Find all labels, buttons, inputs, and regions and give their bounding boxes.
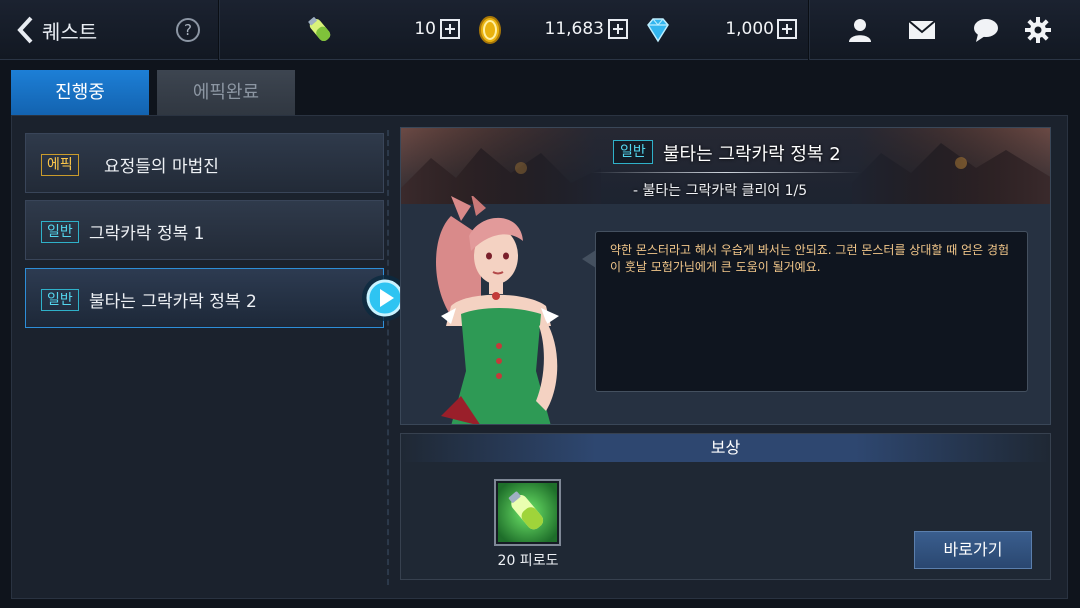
gold-value: 11,683	[544, 19, 604, 39]
detail-title: 불타는 그락카락 정복 2	[663, 144, 841, 165]
diamond-icon	[647, 18, 669, 43]
divider	[218, 0, 220, 60]
quest-type-badge: 일반	[41, 289, 79, 311]
quest-objective: - 불타는 그락카락 클리어 1/5	[633, 183, 808, 199]
quest-name: 불타는 그락카락 정복 2	[89, 292, 257, 312]
back-arrow-icon[interactable]	[14, 14, 38, 46]
detail-type-badge: 일반	[613, 140, 653, 164]
add-gold-button[interactable]	[608, 19, 628, 39]
gold-coin-icon	[479, 16, 501, 44]
reward-item-slot[interactable]	[494, 479, 561, 546]
add-fatigue-button[interactable]	[440, 19, 460, 39]
dialog-tail	[582, 250, 596, 268]
reward-header: 보상	[401, 434, 1050, 462]
add-diamond-button[interactable]	[777, 19, 797, 39]
npc-dialog-box: 약한 몬스터라고 해서 우습게 봐서는 안되죠. 그런 몬스터를 상대할 때 얻…	[595, 231, 1028, 392]
reward-item-label: 20 피로도	[497, 553, 559, 569]
quest-name: 요정들의 마법진	[104, 157, 219, 177]
divider	[808, 0, 810, 60]
tab-in-progress[interactable]: 진행중	[11, 70, 149, 115]
help-icon[interactable]: ?	[176, 18, 200, 42]
quest-detail: 일반 불타는 그락카락 정복 2 - 불타는 그락카락 클리어 1/5 약한 몬…	[400, 127, 1051, 425]
settings-gear-icon[interactable]	[1024, 16, 1052, 44]
panel-divider	[387, 130, 389, 585]
quest-type-badge: 에픽	[41, 154, 79, 176]
title-underline	[591, 172, 861, 173]
quest-name: 그락카락 정복 1	[89, 224, 205, 244]
fatigue-value: 10	[414, 19, 436, 39]
fatigue-potion-icon	[308, 17, 331, 42]
reward-section: 보상 20 피로도 바로가기	[400, 433, 1051, 580]
quest-list-item[interactable]: 일반 그락카락 정복 1	[25, 200, 384, 260]
chat-icon[interactable]	[972, 16, 1000, 44]
go-now-button[interactable]: 바로가기	[914, 531, 1032, 569]
page-title: 퀘스트	[42, 20, 98, 44]
friends-icon[interactable]	[846, 16, 874, 44]
fatigue-potion-icon	[498, 483, 557, 542]
tab-epic-complete[interactable]: 에픽완료	[157, 70, 295, 115]
quest-list-item-selected[interactable]: 일반 불타는 그락카락 정복 2	[25, 268, 384, 328]
mail-icon[interactable]	[908, 16, 936, 44]
npc-character-portrait	[436, 196, 559, 424]
top-bar: 퀘스트 ? 10 11,683 1,000	[0, 0, 1080, 60]
quest-type-badge: 일반	[41, 221, 79, 243]
quest-list-item[interactable]: 에픽 요정들의 마법진	[25, 133, 384, 193]
diamond-value: 1,000	[725, 19, 774, 39]
npc-dialog-text: 약한 몬스터라고 해서 우습게 봐서는 안되죠. 그런 몬스터를 상대할 때 얻…	[610, 243, 1010, 274]
